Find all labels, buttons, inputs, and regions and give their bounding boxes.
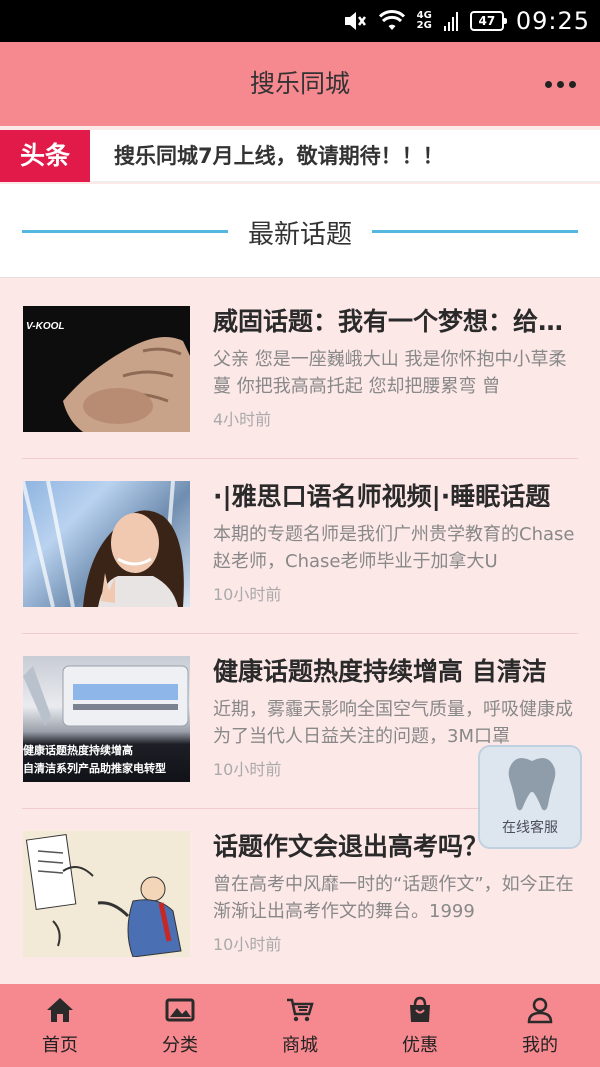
nav-label-mall: 商城 — [282, 1034, 318, 1056]
bottom-nav: 首页 分类 商城 优惠 我的 — [0, 984, 600, 1067]
online-service-label: 在线客服 — [502, 820, 558, 836]
topic-thumbnail — [23, 481, 190, 607]
more-options-button[interactable] — [540, 68, 580, 100]
headline-text[interactable]: 搜乐同城7月上线，敬请期待！！！ — [114, 130, 444, 182]
topic-time: 4小时前 — [213, 410, 272, 429]
topic-time: 10小时前 — [213, 585, 282, 604]
topic-description: 曾在高考中风靡一时的“话题作文”，如今正在渐渐让出高考作文的舞台。1999 — [213, 874, 574, 922]
nav-item-deals[interactable]: 优惠 — [360, 984, 480, 1067]
clock: 09:25 — [515, 7, 590, 35]
topic-time: 10小时前 — [213, 760, 282, 779]
section-divider-right — [372, 230, 578, 233]
more-dot-icon — [556, 80, 564, 88]
headline-badge: 头条 — [0, 130, 90, 182]
status-icons: 4G 2G 47 09:25 — [343, 0, 590, 42]
status-bar: 4G 2G 47 09:25 — [0, 0, 600, 42]
nav-label-category: 分类 — [162, 1034, 198, 1056]
home-icon — [45, 995, 75, 1025]
topic-thumbnail: 健康话题热度持续增高 自清洁系列产品助推家电转型 — [23, 656, 190, 782]
tooth-icon — [508, 758, 556, 811]
signal-icon — [443, 10, 458, 32]
topic-description: 本期的专题名师是我们广州贵学教育的Chase赵老师，Chase老师毕业于加拿大U — [213, 524, 575, 572]
headline-ticker[interactable]: 头条 搜乐同城7月上线，敬请期待！！！ — [0, 130, 600, 182]
nav-label-deals: 优惠 — [402, 1034, 438, 1056]
thumbnail-caption: 自清洁系列产品助推家电转型 — [23, 762, 166, 775]
nav-label-home: 首页 — [42, 1034, 78, 1056]
topic-item[interactable]: ·|雅思口语名师视频|·睡眠话题 本期的专题名师是我们广州贵学教育的Chase赵… — [0, 459, 600, 634]
more-dot-icon — [544, 80, 552, 88]
wifi-icon — [378, 10, 405, 32]
more-dot-icon — [568, 80, 576, 88]
topic-thumbnail: V-KOOL — [23, 306, 190, 432]
topic-thumbnail — [23, 831, 190, 957]
topic-item[interactable]: V-KOOL 威固话题：我有一个梦想：给爱一个家 父亲 您是一座巍峨大山 我是你… — [0, 284, 600, 459]
nav-item-home[interactable]: 首页 — [0, 984, 120, 1067]
topic-description: 父亲 您是一座巍峨大山 我是你怀抱中小草柔蔓 你把我高高托起 您却把腰累弯 曾 — [213, 349, 567, 397]
topic-time: 10小时前 — [213, 935, 282, 954]
nav-item-category[interactable]: 分类 — [120, 984, 240, 1067]
section-header: 最新话题 — [0, 184, 600, 278]
nav-item-profile[interactable]: 我的 — [480, 984, 600, 1067]
network-indicator: 4G 2G — [417, 11, 432, 31]
topic-description: 近期，雾霾天影响全国空气质量，呼吸健康成为了当代人日益关注的问题，3M口罩 — [213, 699, 573, 747]
shopping-bag-icon — [405, 995, 435, 1025]
user-icon — [525, 995, 555, 1025]
topic-title: 健康话题热度持续增高 自清洁 — [213, 657, 547, 686]
battery-icon: 47 — [469, 11, 507, 31]
thumbnail-caption: 健康话题热度持续增高 — [23, 744, 133, 757]
topic-title: ·|雅思口语名师视频|·睡眠话题 — [213, 482, 551, 511]
app-header: 搜乐同城 — [0, 42, 600, 126]
app-title: 搜乐同城 — [249, 69, 350, 98]
mute-icon — [343, 10, 367, 32]
nav-label-profile: 我的 — [522, 1034, 558, 1056]
network-2g: 2G — [416, 20, 432, 31]
cart-icon — [285, 995, 315, 1025]
gallery-icon — [165, 995, 195, 1025]
topic-title: 威固话题：我有一个梦想：给爱一个家 — [213, 307, 578, 336]
nav-item-mall[interactable]: 商城 — [240, 984, 360, 1067]
online-service-button[interactable]: 在线客服 — [478, 745, 582, 849]
